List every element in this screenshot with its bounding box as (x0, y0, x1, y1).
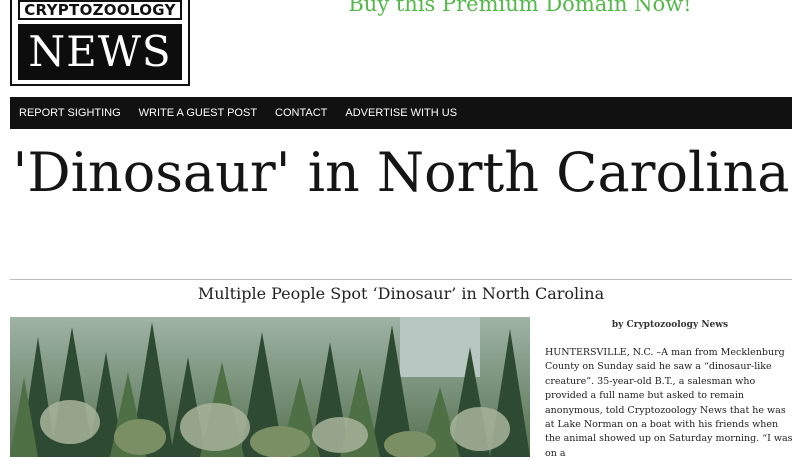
article-body: HUNTERSVILLE, N.C. –A man from Mecklenbu… (545, 347, 793, 459)
site-logo[interactable]: CRYPTOZOOLOGY NEWS (10, 0, 190, 86)
nav-item-report-sighting[interactable]: REPORT SIGHTING (10, 107, 130, 119)
main-nav: REPORT SIGHTING WRITE A GUEST POST CONTA… (10, 97, 792, 129)
nav-item-advertise[interactable]: ADVERTISE WITH US (336, 107, 466, 119)
article-headline: 'Dinosaur' in North Carolina (12, 141, 790, 204)
logo-top-text: CRYPTOZOOLOGY (18, 0, 182, 20)
article-byline: by Cryptozoology News (611, 320, 729, 330)
headline-divider (10, 279, 792, 280)
forest-trees-image (10, 317, 530, 457)
nav-item-write-guest-post[interactable]: WRITE A GUEST POST (130, 107, 266, 119)
nav-item-contact[interactable]: CONTACT (266, 107, 336, 119)
logo-bottom-text: NEWS (18, 24, 182, 80)
domain-promo-link[interactable]: Buy this Premium Domain Now! (300, 0, 740, 16)
article-subheadline: Multiple People Spot ‘Dinosaur’ in North… (197, 284, 605, 303)
